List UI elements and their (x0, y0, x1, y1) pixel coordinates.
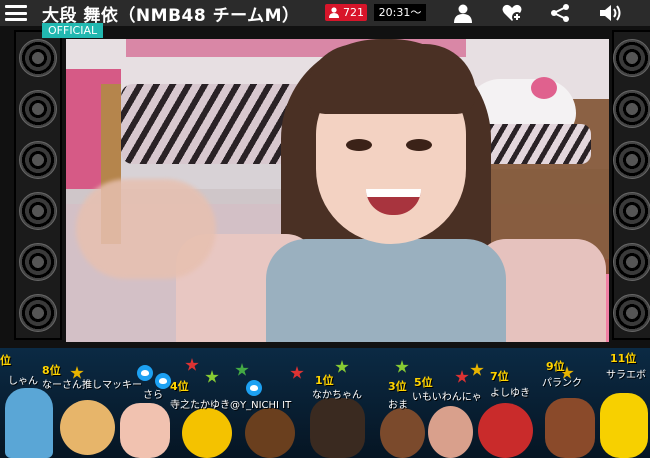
speaker-cone (613, 191, 650, 230)
speaker-cone (613, 242, 650, 281)
rank-name: 寺之たかゆき@Y_NICHI IT (170, 400, 292, 411)
viewer-count-badge: 721 (325, 4, 367, 21)
rank-name: しゃん (8, 376, 38, 387)
official-badge: OFFICIAL (42, 23, 104, 38)
rank-name: サラエボ (606, 370, 646, 381)
rank-name: いもいわんにゃ (412, 392, 482, 403)
speaker-cone (613, 140, 650, 179)
avatar[interactable] (245, 408, 295, 458)
rank-number: 位 (0, 354, 11, 367)
right-speaker (612, 30, 650, 340)
twitter-icon (246, 380, 262, 396)
avatar[interactable] (600, 393, 648, 458)
speaker-icon[interactable] (598, 3, 624, 23)
rank-name: よしゆき (490, 388, 530, 399)
heart-plus-icon[interactable] (501, 3, 523, 23)
avatar[interactable] (120, 403, 170, 458)
rank-number: 3位 (388, 380, 407, 393)
person-icon[interactable] (452, 3, 474, 23)
rank-name: なーさん推しマッキー (42, 380, 142, 391)
speaker-cone (613, 293, 650, 332)
avatar[interactable] (5, 388, 53, 458)
person-icon (329, 7, 339, 18)
live-video[interactable] (66, 39, 609, 342)
rank-number: 4位 (170, 380, 189, 393)
speaker-cone (19, 242, 57, 281)
rank-name: パランク (542, 378, 582, 389)
avatar[interactable] (545, 398, 595, 458)
speaker-cone (613, 38, 650, 77)
viewer-count: 721 (343, 6, 364, 19)
share-icon[interactable] (549, 3, 571, 23)
avatar[interactable] (380, 408, 425, 458)
avatar[interactable] (478, 403, 533, 458)
speaker-cone (19, 38, 57, 77)
rank-number: 11位 (610, 352, 637, 365)
menu-icon[interactable] (5, 3, 27, 23)
avatar[interactable] (182, 408, 232, 458)
rank-name: さら (143, 390, 163, 401)
rank-name: おま (388, 400, 408, 411)
broadcast-time: 20:31〜 (374, 4, 426, 21)
speaker-cone (613, 89, 650, 128)
stage (0, 26, 650, 348)
speaker-cone (19, 140, 57, 179)
rank-name: なかちゃん (312, 390, 362, 401)
avatar[interactable] (428, 406, 473, 458)
avatar[interactable] (60, 400, 115, 455)
rank-number: 7位 (490, 370, 509, 383)
speaker-cone (19, 89, 57, 128)
left-speaker (14, 30, 62, 340)
gift-ranking: 位 しゃん 8位 なーさん推しマッキー さら 4位 寺之たかゆき@Y_NICHI… (0, 348, 650, 458)
speaker-cone (19, 191, 57, 230)
avatar[interactable] (310, 398, 365, 458)
rank-number: 9位 (546, 360, 565, 373)
speaker-cone (19, 293, 57, 332)
